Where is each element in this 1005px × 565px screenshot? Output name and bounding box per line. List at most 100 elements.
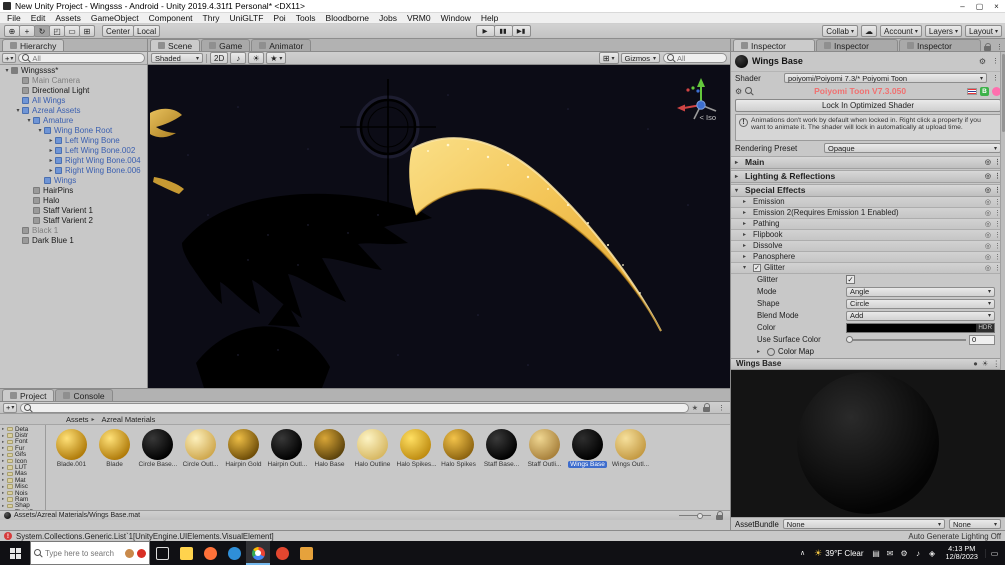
reset-icon[interactable]: ◎ [985, 220, 991, 228]
view-tab[interactable]: Scene [150, 39, 201, 51]
material-sphere-thumbnail[interactable] [228, 429, 259, 460]
tab-inspector[interactable]: Inspector [816, 39, 898, 51]
asset-item[interactable]: Staff Base... [480, 429, 523, 468]
console-message[interactable]: System.Collections.Generic.List`1[UnityE… [16, 532, 904, 541]
file-explorer-icon[interactable] [174, 541, 198, 565]
display-icon[interactable]: ▤ [870, 549, 883, 558]
scene-lighting-toggle[interactable]: ☀ [248, 52, 265, 64]
foldout-arrow-icon[interactable]: ▸ [47, 147, 55, 154]
panel-tab[interactable]: Console [55, 389, 113, 401]
hierarchy-item[interactable]: Main Camera [0, 75, 147, 85]
breadcrumb-root[interactable]: Assets [66, 415, 89, 424]
shader-subsection-header[interactable]: ▸ ✓ Pathing ◎⋮ [731, 218, 1005, 230]
hierarchy-item[interactable]: ▾ Amature [0, 115, 147, 125]
hierarchy-item[interactable]: Directional Light [0, 85, 147, 95]
foldout-arrow-icon[interactable]: ▾ [36, 127, 44, 134]
section-checkbox[interactable]: ✓ [753, 263, 761, 272]
pivot-toggle-button[interactable]: Center [102, 25, 135, 37]
move-tool-icon[interactable]: + [19, 25, 35, 37]
asset-item[interactable]: Halo Outline [351, 429, 394, 468]
hierarchy-item[interactable]: ▾ Wingssss* [0, 65, 147, 75]
shader-subsection-header[interactable]: ▸ ✓ Dissolve ◎⋮ [731, 240, 1005, 252]
hierarchy-item[interactable]: Halo [0, 195, 147, 205]
b-badge-icon[interactable]: B [980, 86, 989, 96]
shader-subsection-header[interactable]: ▾ ✓ Glitter ◎ ⋮ [731, 262, 1005, 274]
surface-color-slider[interactable] [846, 335, 966, 345]
auto-generate-lighting-status[interactable]: Auto Generate Lighting Off [908, 532, 1001, 541]
menu-item[interactable]: Bloodborne [321, 13, 374, 23]
reset-icon[interactable]: ◎ [985, 186, 991, 194]
transform-tool-icon[interactable]: ⊞ [79, 25, 95, 37]
hierarchy-item[interactable]: ▸ Right Wing Bone.006 [0, 165, 147, 175]
shader-section-header[interactable]: ▸ Lighting & Reflections ◎ ⋮ [731, 169, 1005, 183]
color-field[interactable]: HDR [846, 322, 995, 333]
firefox-icon[interactable] [198, 541, 222, 565]
tab-hierarchy[interactable]: Hierarchy [2, 39, 65, 51]
project-search-input[interactable] [34, 403, 685, 412]
opera-icon[interactable] [270, 541, 294, 565]
material-sphere-thumbnail[interactable] [142, 429, 173, 460]
shader-subsection-header[interactable]: ▸ ✓ Panosphere ◎⋮ [731, 251, 1005, 263]
reset-icon[interactable]: ◎ [985, 231, 991, 239]
menu-icon[interactable]: ⋮ [994, 43, 1005, 51]
menu-icon[interactable]: ⋮ [993, 359, 1001, 368]
gear-icon[interactable]: ⚙ [979, 57, 986, 66]
create-object-button[interactable]: + ▾ [2, 53, 17, 63]
asset-item[interactable]: Blade [93, 429, 136, 468]
inspector-scrollbar[interactable] [1000, 52, 1005, 370]
material-sphere-thumbnail[interactable] [314, 429, 345, 460]
scene-search[interactable] [663, 53, 727, 63]
hierarchy-item[interactable]: ▸ Left Wing Bone [0, 135, 147, 145]
rotate-tool-icon[interactable]: ↻ [34, 25, 50, 37]
menu-item[interactable]: VRM0 [402, 13, 436, 23]
menu-item[interactable]: Help [476, 13, 503, 23]
reset-icon[interactable]: ◎ [985, 253, 991, 261]
shape-dropdown[interactable]: Circle ▾ [846, 298, 995, 309]
breadcrumb-current[interactable]: Azreal Materials [102, 415, 156, 424]
pause-button[interactable]: ▮▮ [493, 25, 513, 37]
project-search[interactable] [20, 402, 689, 413]
hierarchy-item[interactable]: ▾ Azreal Assets [0, 105, 147, 115]
menu-item[interactable]: Component [144, 13, 198, 23]
hierarchy-item[interactable]: Staff Varient 2 [0, 215, 147, 225]
material-sphere-thumbnail[interactable] [443, 429, 474, 460]
asset-item[interactable]: Staff Outli... [523, 429, 566, 468]
panel-tab[interactable]: Project [2, 389, 55, 401]
lock-icon[interactable] [984, 42, 991, 51]
tab-inspector[interactable]: Inspector [733, 39, 815, 51]
asset-item[interactable]: Halo Spikes... [394, 429, 437, 468]
asset-item[interactable]: Halo Base [308, 429, 351, 468]
shader-subsection-header[interactable]: ▸ ✓ Emission 2(Requires Emission 1 Enabl… [731, 207, 1005, 219]
foldout-arrow-icon[interactable]: ▸ [47, 167, 55, 174]
texture-slot-icon[interactable] [767, 347, 775, 356]
mail-icon[interactable]: ✉ [884, 549, 897, 558]
lock-shader-button[interactable]: Lock In Optimized Shader [735, 98, 1001, 112]
preview-header[interactable]: Wings Base ● ☀ ⋮ [731, 357, 1005, 370]
thai-flag-icon[interactable] [967, 87, 977, 95]
blend-mode-dropdown[interactable]: Add ▾ [846, 310, 995, 321]
assetbundle-dropdown[interactable]: None ▾ [782, 519, 945, 530]
menu-item[interactable]: File [2, 13, 26, 23]
foldout-arrow-icon[interactable]: ▸ [757, 348, 764, 355]
notification-center-button[interactable]: ▭ [985, 548, 1003, 558]
toggle-2d-button[interactable]: 2D [210, 52, 229, 64]
menu-item[interactable]: Poi [268, 13, 290, 23]
chrome-icon[interactable] [246, 541, 270, 565]
preview-sphere-icon[interactable]: ● [973, 359, 978, 368]
thumbnail-size-slider[interactable] [679, 512, 711, 520]
search-icon[interactable] [745, 87, 753, 95]
taskbar-search[interactable] [30, 541, 150, 565]
asset-item[interactable]: Halo Spikes [437, 429, 480, 468]
create-asset-button[interactable]: + ▾ [3, 402, 18, 413]
settings-icon[interactable]: ⚙ [898, 549, 911, 558]
shader-subsection-header[interactable]: ▸ ✓ Flipbook ◎⋮ [731, 229, 1005, 241]
layout-button[interactable]: Layout ▾ [964, 25, 1002, 37]
menu-item[interactable]: Assets [50, 13, 86, 23]
menu-icon[interactable]: ⋮ [716, 404, 727, 412]
asset-item[interactable]: Wings Outl... [609, 429, 652, 468]
hierarchy-item[interactable]: Staff Varient 1 [0, 205, 147, 215]
hierarchy-item[interactable]: ▾ Wing Bone Root [0, 125, 147, 135]
shader-subsection-header[interactable]: ▸ ✓ Emission ◎⋮ [731, 196, 1005, 208]
material-sphere-thumbnail[interactable] [99, 429, 130, 460]
menu-item[interactable]: Edit [26, 13, 51, 23]
